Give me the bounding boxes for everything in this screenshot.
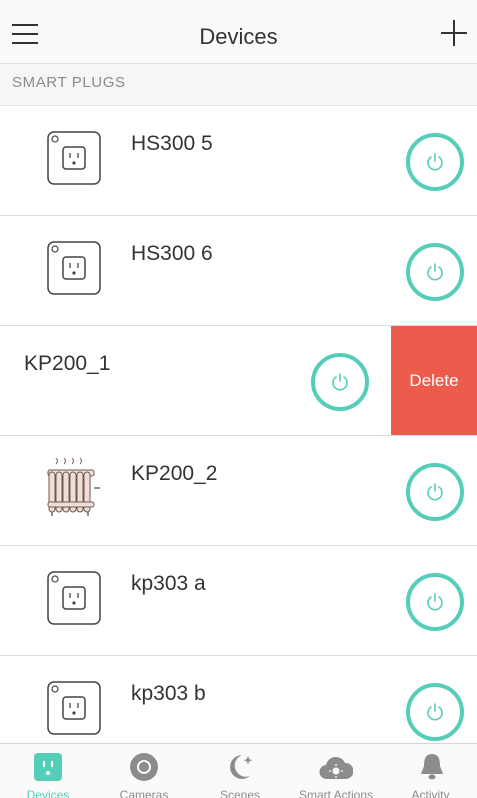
app-header: Devices [0, 0, 477, 64]
plug-outlet-icon [46, 570, 102, 626]
device-row[interactable]: HS300 6 [0, 216, 477, 326]
tab-activity[interactable]: Activity [384, 744, 477, 798]
tab-scenes[interactable]: Scenes [192, 744, 288, 798]
tab-label: Activity [411, 788, 450, 798]
power-toggle-button[interactable] [406, 243, 464, 301]
device-name: kp303 b [131, 682, 206, 705]
section-label: SMART PLUGS [12, 74, 126, 91]
power-icon [427, 263, 443, 281]
tab-smart-actions[interactable]: Smart Actions [288, 744, 384, 798]
section-header: SMART PLUGS [0, 64, 477, 106]
add-device-button[interactable] [441, 20, 467, 46]
tab-label: Devices [26, 788, 70, 798]
power-icon [427, 483, 443, 501]
power-toggle-button[interactable] [311, 353, 369, 411]
power-toggle-button[interactable] [406, 133, 464, 191]
device-name: HS300 6 [131, 242, 213, 265]
plug-outlet-icon [46, 130, 102, 186]
tab-label: Scenes [219, 788, 261, 798]
power-icon [427, 703, 443, 721]
tab-label: Cameras [119, 788, 169, 798]
power-toggle-button[interactable] [406, 463, 464, 521]
bottom-tab-bar: Devices Cameras Scenes Smart Actions Act… [0, 743, 477, 798]
power-icon [427, 153, 443, 171]
tab-devices[interactable]: Devices [0, 744, 96, 798]
device-row-swiped[interactable]: KP200_1 Delete [0, 326, 477, 436]
device-name: kp303 a [131, 572, 206, 595]
device-row[interactable]: kp303 a [0, 546, 477, 656]
heater-radiator-icon [40, 454, 106, 520]
plug-icon [31, 752, 65, 782]
camera-icon [127, 752, 161, 782]
delete-button[interactable]: Delete [391, 326, 477, 435]
power-toggle-button[interactable] [406, 573, 464, 631]
moon-star-icon [223, 752, 257, 782]
device-name: KP200_1 [24, 352, 111, 375]
tab-label: Smart Actions [298, 788, 374, 798]
bell-icon [415, 752, 449, 782]
device-row[interactable]: HS300 5 [0, 106, 477, 216]
page-title: Devices [199, 24, 278, 49]
power-toggle-button[interactable] [406, 683, 464, 741]
device-row[interactable]: KP200_2 [0, 436, 477, 546]
cloud-sun-icon [319, 752, 354, 782]
plug-outlet-icon [46, 240, 102, 296]
tab-cameras[interactable]: Cameras [96, 744, 192, 798]
device-name: HS300 5 [131, 132, 213, 155]
power-icon [427, 593, 443, 611]
power-icon [332, 373, 348, 391]
device-name: KP200_2 [131, 462, 218, 485]
plug-outlet-icon [46, 680, 102, 736]
